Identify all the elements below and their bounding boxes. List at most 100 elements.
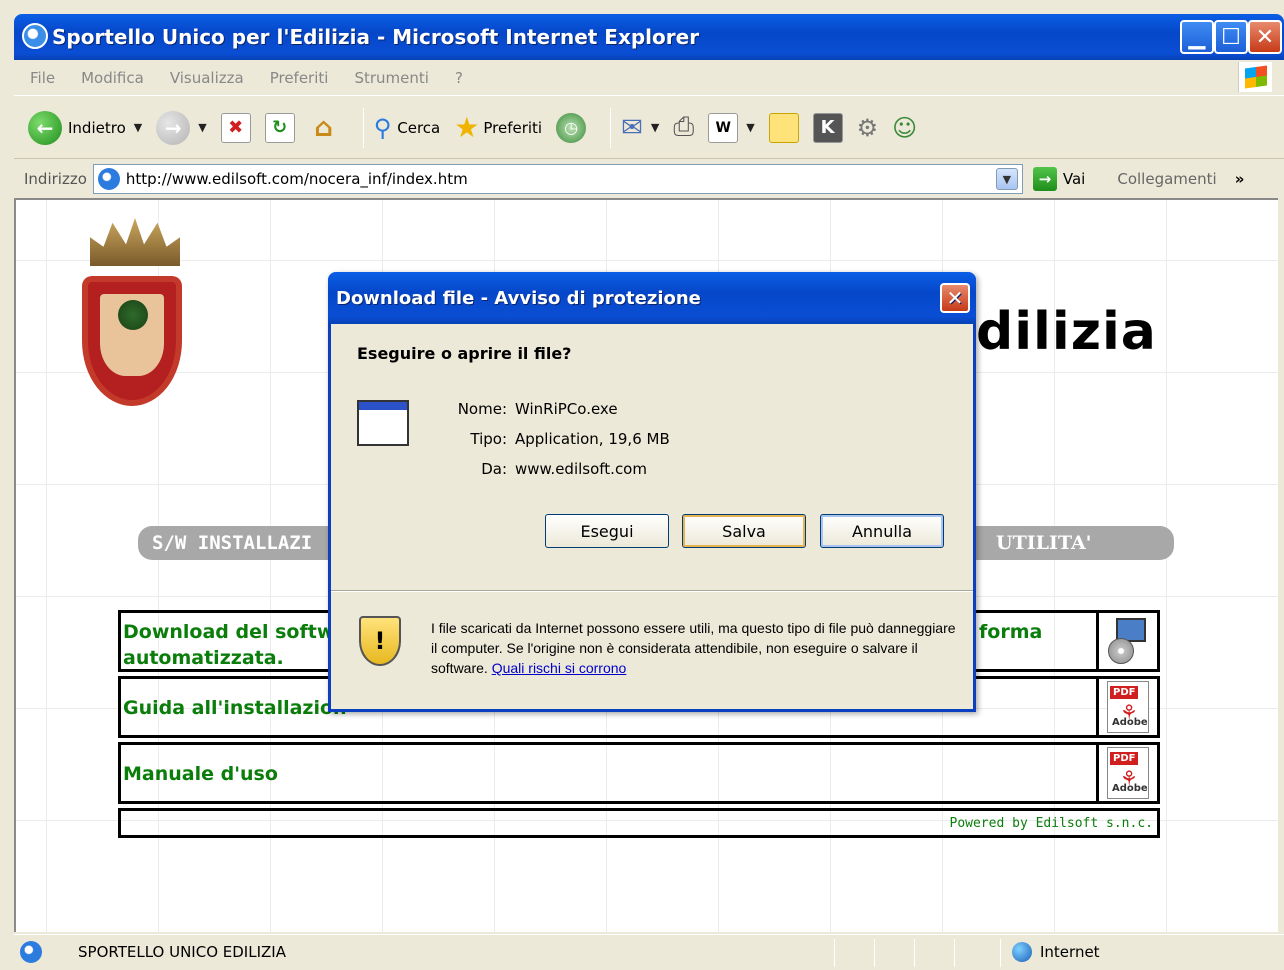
print-icon: ⎙	[673, 112, 695, 142]
pdf-adobe: Adobe	[1112, 783, 1148, 794]
tools-icon: ⚙	[856, 113, 879, 142]
pdf-icon-cell[interactable]: PDF ⚘ Adobe	[1099, 745, 1157, 801]
address-label: Indirizzo	[24, 170, 87, 188]
minimize-icon: ▁	[1188, 24, 1206, 50]
application-file-icon	[357, 400, 409, 446]
go-button[interactable]: → Vai	[1032, 167, 1086, 191]
search-button[interactable]: ⚲ Cerca	[374, 114, 441, 142]
star-icon: ★	[454, 111, 480, 144]
pdf-adobe: Adobe	[1112, 717, 1148, 728]
maximize-button[interactable]: ☐	[1214, 20, 1248, 54]
mail-icon: ✉	[621, 112, 643, 143]
status-text: SPORTELLO UNICO EDILIZIA	[78, 943, 286, 961]
back-button[interactable]: ← Indietro ▼	[28, 110, 142, 145]
forward-button[interactable]: → ▼	[156, 110, 207, 145]
powered-by-footer: Powered by Edilsoft s.n.c.	[118, 808, 1160, 838]
back-arrow-icon: ←	[28, 110, 62, 145]
crown-icon	[90, 218, 180, 266]
chevron-more-icon[interactable]: »	[1235, 170, 1245, 188]
internet-globe-icon	[1012, 942, 1032, 962]
window-titlebar[interactable]: Sportello Unico per l'Edilizia - Microso…	[14, 14, 1284, 60]
menu-help[interactable]: ?	[455, 69, 463, 87]
save-button[interactable]: Salva	[682, 514, 806, 548]
word-icon: W	[708, 112, 739, 143]
messenger-icon: ☺	[892, 113, 918, 142]
menu-preferiti[interactable]: Preferiti	[270, 69, 329, 87]
go-label: Vai	[1062, 170, 1086, 188]
close-icon: ✕	[946, 286, 964, 310]
run-button[interactable]: Esegui	[545, 514, 669, 548]
edit-button[interactable]: W ▼	[708, 112, 755, 143]
dialog-separator	[331, 590, 973, 592]
refresh-button[interactable]: ↻	[264, 112, 295, 143]
menu-strumenti[interactable]: Strumenti	[354, 69, 428, 87]
page-icon	[97, 168, 120, 190]
risks-link[interactable]: Quali rischi si corrono	[492, 660, 627, 676]
mail-dropdown-icon[interactable]: ▼	[651, 121, 659, 134]
row-text: Guida all'installazion	[123, 697, 347, 719]
minimize-button[interactable]: ▁	[1180, 20, 1214, 54]
row-text: Download del softw	[123, 621, 335, 643]
close-icon: ✕	[1255, 24, 1275, 50]
favorites-button[interactable]: ★ Preferiti	[454, 111, 542, 144]
links-button[interactable]: Collegamenti	[1117, 170, 1216, 188]
menu-modifica[interactable]: Modifica	[81, 69, 144, 87]
menu-bar: File Modifica Visualizza Preferiti Strum…	[14, 60, 1284, 96]
menu-utilita[interactable]: UTILITA'	[996, 532, 1092, 554]
menu-visualizza[interactable]: Visualizza	[170, 69, 244, 87]
note-icon	[768, 112, 799, 143]
tree-icon	[118, 300, 148, 330]
table-row: Manuale d'uso PDF ⚘ Adobe	[118, 742, 1160, 804]
windows-logo-icon	[1238, 62, 1272, 92]
shield-icon	[82, 276, 182, 406]
favorites-label: Preferiti	[483, 118, 543, 137]
stop-button[interactable]: ✖	[220, 112, 251, 143]
discuss-button[interactable]	[768, 112, 799, 143]
warning-shield-icon: !	[359, 616, 401, 666]
file-name-row: Nome: WinRiPCo.exe	[427, 400, 618, 418]
address-dropdown-icon[interactable]: ▼	[995, 168, 1018, 190]
pdf-tag: PDF	[1110, 752, 1139, 765]
file-source-value: www.edilsoft.com	[515, 460, 647, 478]
home-button[interactable]: ⌂	[309, 113, 339, 143]
dialog-close-button[interactable]: ✕	[940, 283, 970, 313]
pdf-icon: PDF ⚘ Adobe	[1107, 747, 1149, 799]
cancel-button[interactable]: Annulla	[820, 514, 944, 548]
address-url: http://www.edilsoft.com/nocera_inf/index…	[125, 170, 468, 188]
history-button[interactable]: ◷	[556, 112, 587, 143]
pdf-tag: PDF	[1110, 686, 1139, 699]
dialog-title: Download file - Avviso di protezione	[336, 287, 701, 309]
powered-by-text[interactable]: Powered by Edilsoft s.n.c.	[950, 816, 1154, 831]
coat-of-arms-image	[82, 218, 186, 408]
dialog-titlebar[interactable]: Download file - Avviso di protezione ✕	[328, 272, 976, 324]
print-button[interactable]: ⎙	[673, 112, 694, 143]
pdf-icon-cell[interactable]: PDF ⚘ Adobe	[1099, 679, 1157, 735]
ie-app-icon	[22, 23, 48, 49]
tools-button[interactable]: ⚙	[857, 114, 879, 142]
file-source-row: Da: www.edilsoft.com	[427, 460, 647, 478]
window-title: Sportello Unico per l'Edilizia - Microso…	[52, 25, 700, 49]
forward-dropdown-icon[interactable]: ▼	[198, 121, 206, 134]
menu-file[interactable]: File	[30, 69, 55, 87]
address-input[interactable]: http://www.edilsoft.com/nocera_inf/index…	[92, 164, 1023, 194]
close-window-button[interactable]: ✕	[1248, 20, 1282, 54]
setup-icon-cell[interactable]	[1099, 613, 1157, 669]
security-zone: Internet	[1040, 943, 1100, 961]
toolbar-separator	[610, 107, 612, 148]
research-button[interactable]: K	[812, 112, 843, 143]
messenger-button[interactable]: ☺	[892, 114, 917, 142]
status-bar: SPORTELLO UNICO EDILIZIA Internet	[14, 934, 1284, 970]
edit-dropdown-icon[interactable]: ▼	[746, 121, 754, 134]
menu-sw-installazione[interactable]: S/W INSTALLAZI	[152, 532, 312, 554]
search-label: Cerca	[397, 118, 441, 137]
user-manual-link[interactable]: Manuale d'uso	[121, 745, 1099, 801]
file-name-label: Nome:	[457, 400, 507, 418]
warning-glyph: !	[374, 627, 386, 655]
file-name-value: WinRiPCo.exe	[515, 400, 618, 418]
forward-arrow-icon: →	[156, 110, 191, 145]
address-bar: Indirizzo http://www.edilsoft.com/nocera…	[14, 160, 1284, 198]
mail-button[interactable]: ✉ ▼	[621, 113, 659, 143]
warning-message: I file scaricati da Internet possono ess…	[431, 618, 961, 678]
back-dropdown-icon[interactable]: ▼	[134, 121, 142, 134]
toolbar-separator	[362, 107, 364, 148]
